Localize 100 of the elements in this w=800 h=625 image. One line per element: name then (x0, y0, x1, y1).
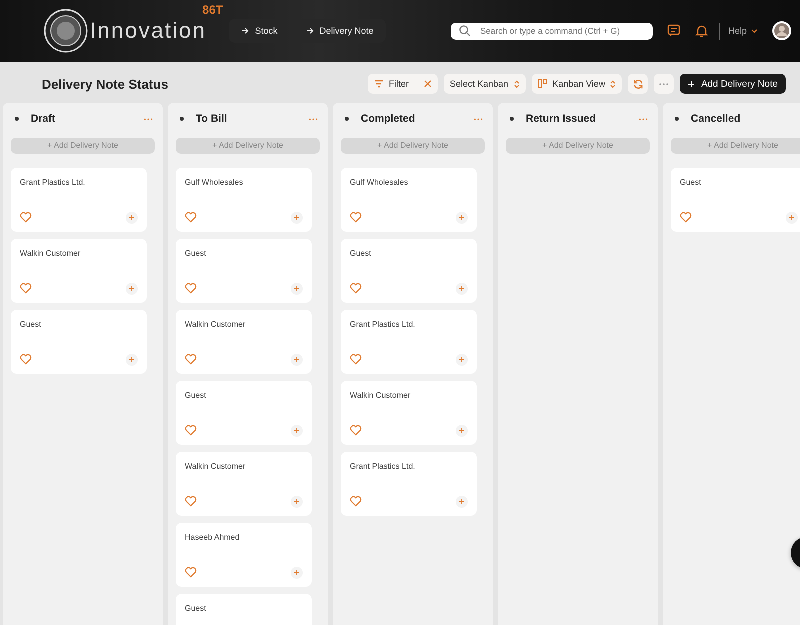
kanban-card[interactable]: Walkin Customer (341, 380, 477, 444)
heart-icon[interactable] (20, 212, 32, 223)
heart-icon[interactable] (350, 496, 362, 507)
card-title: Guest (680, 178, 702, 186)
card-title: Haseeb Ahmed (185, 532, 241, 542)
breadcrumb-link[interactable]: Delivery Note (306, 26, 374, 36)
kanban-icon (538, 79, 548, 89)
add-delivery-note-button[interactable]: Add Delivery Note (680, 74, 786, 94)
arrow-right-icon (306, 27, 314, 35)
kanban-card[interactable]: Grant Plastics Ltd. (11, 168, 147, 232)
plus-icon (688, 80, 696, 88)
heart-icon[interactable] (350, 212, 362, 223)
refresh-button[interactable] (628, 74, 648, 94)
kanban-card[interactable]: Walkin Customer (176, 452, 312, 516)
column-title: Cancelled (691, 113, 741, 125)
heart-icon[interactable] (350, 354, 362, 365)
add-icon[interactable] (126, 354, 138, 366)
column-title: Draft (31, 113, 56, 125)
add-icon[interactable] (456, 424, 468, 436)
column-dot-icon (15, 117, 19, 121)
heart-icon[interactable] (680, 212, 692, 223)
chat-icon[interactable] (667, 24, 682, 38)
kanban-card[interactable]: Gulf Wholesales (176, 168, 312, 232)
search-icon (459, 25, 472, 37)
help-menu[interactable]: Help (728, 26, 758, 36)
kanban-card[interactable]: Guest (341, 238, 477, 302)
card-title: Grant Plastics Ltd. (20, 178, 86, 186)
more-icon (659, 82, 670, 86)
card-title: Walkin Customer (20, 248, 82, 258)
kanban-card[interactable]: Guest (671, 168, 800, 232)
kanban-card[interactable]: Gulf Wholesales (341, 168, 477, 232)
search-field[interactable]: Search or type a command (Ctrl + G) (451, 22, 654, 40)
column-dot-icon (675, 117, 679, 121)
column-title: Return Issued (526, 113, 596, 125)
kanban-card[interactable]: Guest (176, 238, 312, 302)
more-icon[interactable] (474, 118, 483, 120)
add-icon[interactable] (786, 212, 798, 224)
brand-name: Innovation (90, 18, 207, 44)
kanban-select[interactable]: Select Kanban (444, 74, 526, 94)
kanban-card[interactable]: Walkin Customer (11, 238, 147, 302)
heart-icon[interactable] (20, 283, 32, 294)
add-icon[interactable] (291, 212, 303, 224)
kanban-card[interactable]: Guest (176, 594, 312, 625)
view-select[interactable]: Kanban View (532, 74, 622, 94)
kanban-card[interactable]: Grant Plastics Ltd. (341, 452, 477, 516)
heart-icon[interactable] (185, 283, 197, 294)
card-title: Guest (20, 320, 42, 328)
card-title: Guest (185, 390, 208, 400)
close-icon[interactable] (424, 80, 432, 88)
heart-icon[interactable] (185, 496, 197, 507)
heart-icon[interactable] (185, 567, 197, 578)
heart-icon[interactable] (350, 283, 362, 294)
filter-icon (374, 79, 384, 89)
bell-icon[interactable] (695, 24, 710, 38)
filter-button[interactable]: Filter (368, 74, 438, 94)
sort-caret-icon (514, 80, 520, 88)
heart-icon[interactable] (185, 354, 197, 365)
card-title: Guest (350, 248, 372, 258)
breadcrumb-link[interactable]: Stock (241, 26, 278, 36)
card-title: Walkin Customer (185, 320, 247, 328)
add-icon[interactable] (126, 212, 138, 224)
card-title: Walkin Customer (185, 462, 247, 470)
add-icon[interactable] (291, 282, 303, 294)
more-icon[interactable] (639, 118, 648, 120)
column-dot-icon (510, 117, 514, 121)
add-icon[interactable] (126, 282, 138, 294)
refresh-icon (632, 78, 644, 90)
more-button[interactable] (654, 74, 674, 94)
kanban-card[interactable]: Grant Plastics Ltd. (341, 310, 477, 374)
more-icon[interactable] (144, 118, 153, 120)
heart-icon[interactable] (350, 425, 362, 436)
sort-caret-icon (610, 80, 616, 88)
heart-icon[interactable] (185, 425, 197, 436)
card-title: Guest (185, 604, 208, 612)
add-icon[interactable] (456, 282, 468, 294)
heart-icon[interactable] (185, 212, 197, 223)
add-icon[interactable] (456, 496, 468, 508)
kanban-card[interactable]: Guest (176, 380, 312, 444)
heart-icon[interactable] (20, 354, 32, 365)
kanban-card[interactable]: Walkin Customer (176, 310, 312, 374)
card-title: Gulf Wholesales (185, 178, 244, 186)
kanban-card[interactable]: Haseeb Ahmed (176, 522, 312, 586)
add-icon[interactable] (456, 212, 468, 224)
add-icon[interactable] (456, 354, 468, 366)
page-title: Delivery Note Status (42, 76, 168, 92)
kanban-card[interactable]: Guest (11, 310, 147, 374)
add-icon[interactable] (291, 496, 303, 508)
add-icon[interactable] (291, 566, 303, 578)
column-dot-icon (345, 117, 349, 121)
more-icon[interactable] (309, 118, 318, 120)
chevron-down-icon (751, 28, 758, 34)
add-icon[interactable] (291, 354, 303, 366)
arrow-right-icon (241, 27, 250, 35)
add-icon[interactable] (291, 424, 303, 436)
logo-emblem-icon (44, 9, 88, 53)
card-title: Walkin Customer (350, 390, 412, 400)
brand-suffix-text: 86T (202, 3, 224, 17)
avatar-icon[interactable] (772, 21, 792, 41)
column-title: Completed (361, 113, 416, 125)
column-dot-icon (180, 117, 184, 121)
